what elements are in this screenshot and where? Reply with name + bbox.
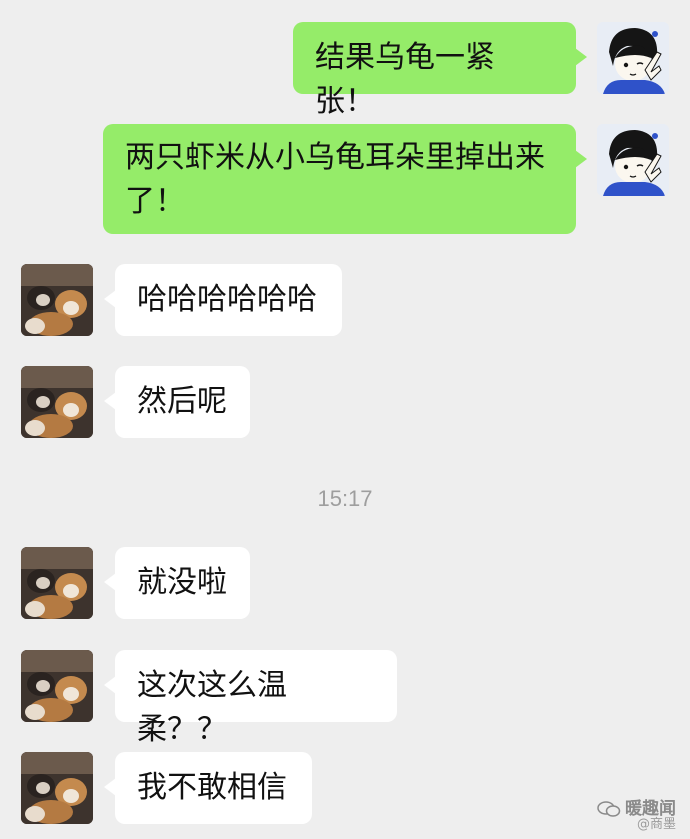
message-bubble[interactable]: 两只虾米从小乌龟耳朵里掉出来了！ (103, 124, 587, 234)
contact-avatar[interactable] (21, 752, 93, 824)
watermark-account: 暖趣闻 (597, 799, 676, 819)
watermark-sub: @商墨 (636, 817, 676, 832)
pets-avatar-icon (21, 650, 93, 722)
contact-avatar[interactable] (21, 366, 93, 438)
user-avatar[interactable] (597, 22, 669, 94)
pets-avatar-icon (21, 264, 93, 336)
message-row-received: 这次这么温柔？？ (0, 650, 690, 747)
message-text: 哈哈哈哈哈哈 (137, 282, 317, 317)
message-row-received: 就没啦 (0, 547, 690, 619)
watermark-account-name: 暖趣闻 (625, 799, 676, 819)
girl-avatar-icon (597, 22, 669, 94)
contact-avatar[interactable] (21, 547, 93, 619)
message-text: 两只虾米从小乌龟耳朵里掉出来了！ (125, 140, 545, 219)
message-bubble[interactable]: 我不敢相信 (104, 752, 312, 824)
message-text: 这次这么温柔？？ (137, 668, 287, 747)
message-row-sent: 两只虾米从小乌龟耳朵里掉出来了！ (0, 124, 690, 234)
contact-avatar[interactable] (21, 650, 93, 722)
contact-avatar[interactable] (21, 264, 93, 336)
message-text: 然后呢 (137, 384, 227, 419)
pets-avatar-icon (21, 752, 93, 824)
wechat-icon (597, 801, 621, 817)
message-bubble[interactable]: 就没啦 (104, 547, 250, 619)
message-bubble[interactable]: 哈哈哈哈哈哈 (104, 264, 342, 336)
girl-avatar-icon (597, 124, 669, 196)
timestamp: 15:17 (317, 486, 373, 511)
message-text: 我不敢相信 (137, 770, 287, 805)
message-row-sent: 结果乌龟一紧张！ (0, 22, 690, 119)
message-bubble[interactable]: 结果乌龟一紧张！ (293, 22, 587, 119)
pets-avatar-icon (21, 547, 93, 619)
pets-avatar-icon (21, 366, 93, 438)
message-row-received: 我不敢相信 (0, 752, 690, 824)
user-avatar[interactable] (597, 124, 669, 196)
message-row-received: 哈哈哈哈哈哈 (0, 264, 690, 336)
message-bubble[interactable]: 然后呢 (104, 366, 250, 438)
message-text: 结果乌龟一紧张！ (315, 40, 495, 119)
watermark: 暖趣闻 @商墨 (597, 801, 676, 833)
message-row-received: 然后呢 (0, 366, 690, 438)
message-text: 就没啦 (137, 565, 227, 600)
message-bubble[interactable]: 这次这么温柔？？ (104, 650, 397, 747)
